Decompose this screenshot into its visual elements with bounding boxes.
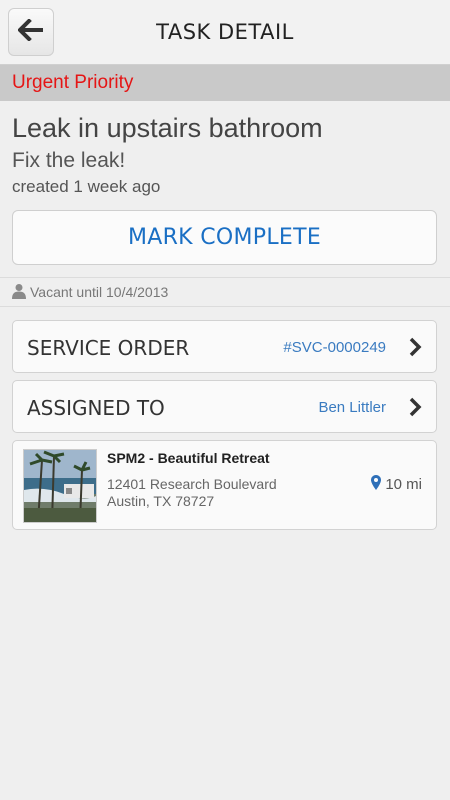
property-thumbnail — [23, 449, 97, 523]
priority-label: Urgent Priority — [12, 72, 134, 93]
mark-complete-button[interactable]: MARK COMPLETE — [12, 210, 437, 265]
distance-text: 10 mi — [385, 476, 422, 493]
app-header: TASK DETAIL — [0, 0, 450, 65]
map-pin-icon — [371, 475, 382, 494]
vacancy-bar: Vacant until 10/4/2013 — [0, 277, 450, 307]
service-order-value: #SVC-0000249 — [283, 339, 386, 356]
chevron-right-icon — [408, 336, 422, 363]
chevron-right-icon — [408, 396, 422, 423]
property-address-line2: Austin, TX 78727 — [107, 493, 215, 509]
priority-bar: Urgent Priority — [0, 65, 450, 101]
assigned-to-value: Ben Littler — [318, 399, 386, 416]
vacancy-text: Vacant until 10/4/2013 — [30, 284, 169, 300]
assigned-to-label: ASSIGNED TO — [27, 396, 165, 420]
task-created: created 1 week ago — [12, 177, 161, 196]
task-description: Fix the leak! — [12, 149, 126, 172]
service-order-label: SERVICE ORDER — [27, 336, 190, 360]
page-title: TASK DETAIL — [156, 20, 294, 44]
person-icon — [12, 283, 26, 304]
service-order-row[interactable]: SERVICE ORDER #SVC-0000249 — [12, 320, 437, 373]
property-name: SPM2 - Beautiful Retreat — [107, 450, 270, 466]
task-title: Leak in upstairs bathroom — [12, 113, 323, 143]
property-card[interactable]: SPM2 - Beautiful Retreat 12401 Research … — [12, 440, 437, 530]
assigned-to-row[interactable]: ASSIGNED TO Ben Littler — [12, 380, 437, 433]
property-address-line1: 12401 Research Boulevard — [107, 476, 277, 492]
property-distance: 10 mi — [371, 475, 422, 494]
